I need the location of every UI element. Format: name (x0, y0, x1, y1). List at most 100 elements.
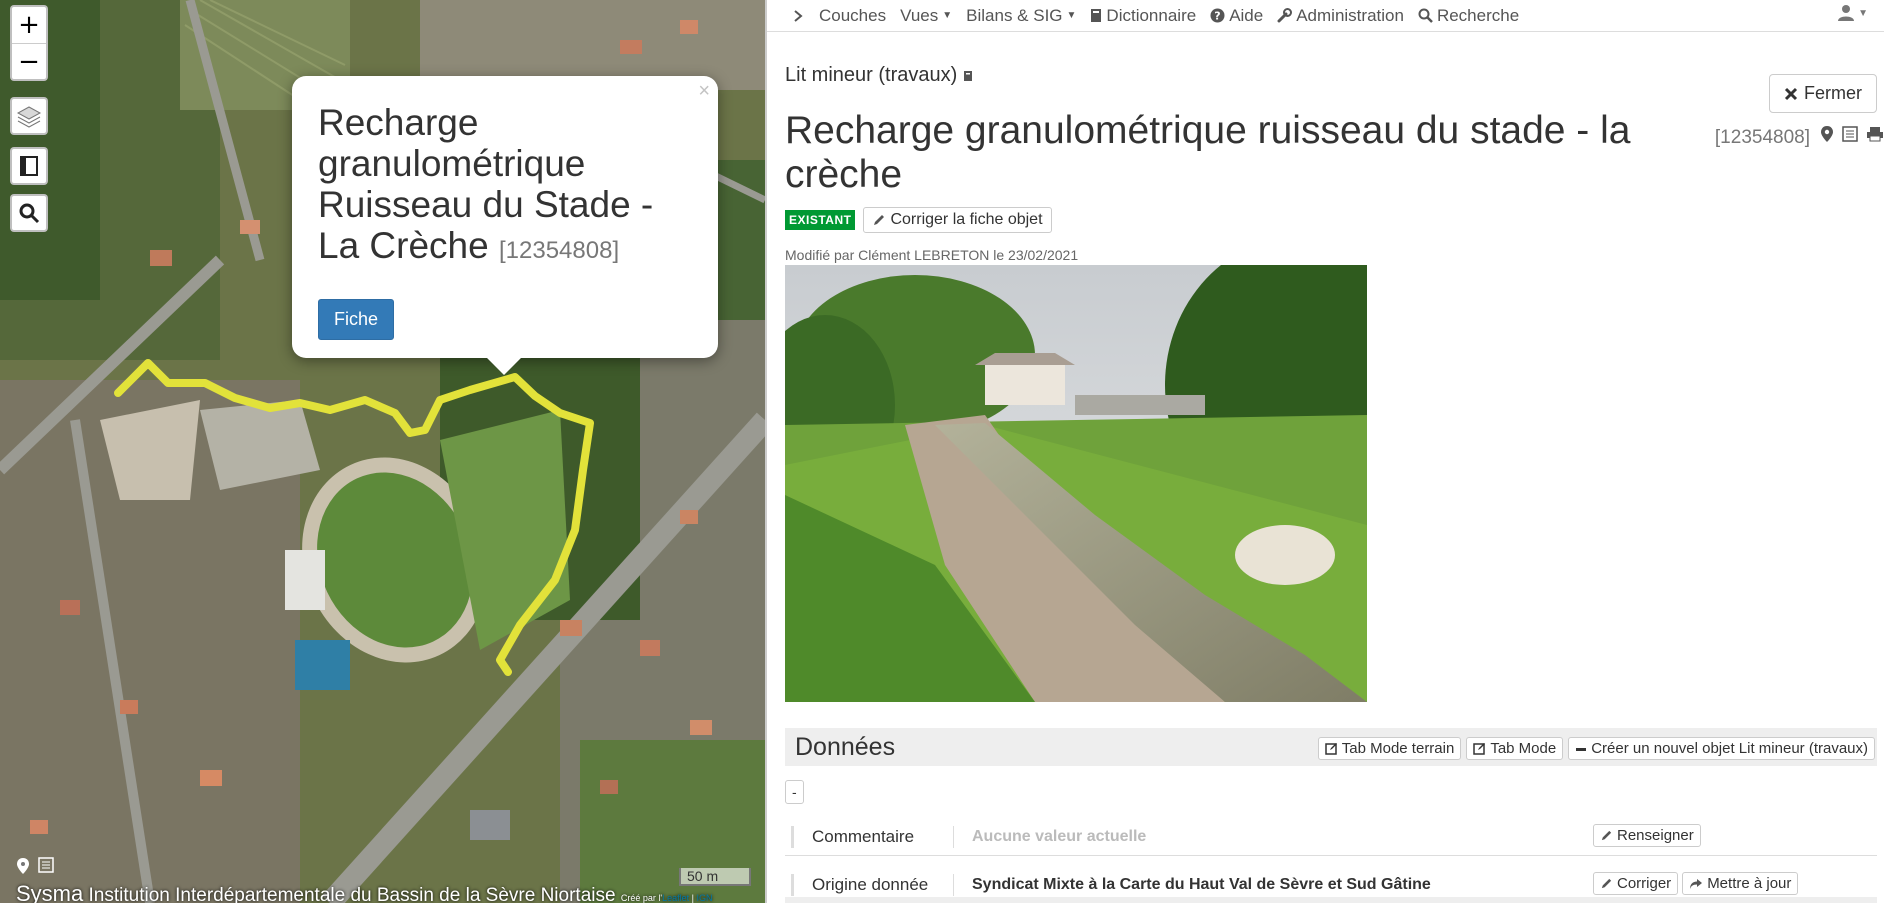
tennis-courts (295, 640, 350, 690)
status-row: EXISTANT Corriger la fiche objet (785, 207, 1884, 233)
caret-down-icon: ▼ (1858, 7, 1868, 19)
create-object-button[interactable]: Créer un nouvel objet Lit mineur (travau… (1568, 737, 1875, 760)
layers-button[interactable] (10, 97, 48, 135)
row-value: Syndicat Mixte à la Carte du Haut Val de… (972, 875, 1431, 893)
zoom-out-button[interactable]: − (12, 43, 46, 79)
mettre-a-jour-button[interactable]: Mettre à jour (1682, 872, 1799, 895)
search-icon (1418, 8, 1433, 23)
map-marker-icon[interactable] (16, 857, 30, 875)
edit-square-icon (1325, 743, 1337, 755)
pencil-icon (1601, 878, 1612, 889)
zoom-in-button[interactable]: + (12, 7, 46, 43)
row-actions: Corriger Mettre à jour (1593, 872, 1799, 895)
user-menu[interactable]: ▼ (1837, 4, 1868, 22)
tab-mode-terrain-button[interactable]: Tab Mode terrain (1317, 737, 1462, 760)
object-type-heading: Lit mineur (travaux) (785, 64, 1884, 87)
ign-link[interactable]: IGN (696, 893, 712, 903)
question-circle-icon: ? (1210, 8, 1225, 23)
data-row-commentaire: Commentaire Aucune valeur actuelle Rense… (785, 818, 1877, 856)
legend-book-icon (20, 156, 38, 176)
page-title-text: Recharge granulométrique ruisseau du sta… (785, 109, 1631, 196)
collapse-toggle-button[interactable]: - (785, 780, 804, 804)
list-icon[interactable] (1842, 126, 1858, 142)
leaflet-link[interactable]: Leaflet (662, 893, 689, 903)
tab-mode-terrain-label: Tab Mode terrain (1341, 740, 1455, 757)
renseigner-label: Renseigner (1617, 827, 1694, 844)
object-type-label: Lit mineur (travaux) (785, 64, 958, 86)
legend-button[interactable] (10, 147, 48, 185)
close-button[interactable]: Fermer (1769, 74, 1877, 113)
map-marker-icon[interactable] (1820, 125, 1834, 143)
top-navbar: Couches Vues ▼ Bilans & SIG ▼ Dictionnai… (767, 0, 1884, 32)
close-label: Fermer (1804, 83, 1862, 103)
svg-text:?: ? (1214, 10, 1220, 23)
nav-bilans-label: Bilans & SIG (966, 5, 1063, 25)
detail-panel: Couches Vues ▼ Bilans & SIG ▼ Dictionnai… (765, 0, 1884, 903)
book-icon[interactable] (963, 70, 973, 82)
nav-vues-label: Vues (900, 5, 939, 25)
nav-recherche-label: Recherche (1436, 5, 1520, 25)
close-icon (1784, 87, 1798, 100)
section-title: Données (795, 732, 896, 761)
nav-couches-label: Couches (819, 5, 887, 25)
caret-down-icon: ▼ (942, 10, 953, 21)
caret-down-icon: ▼ (1066, 10, 1077, 21)
nav-aide[interactable]: ? Aide (1210, 6, 1263, 26)
bottom-section-strip (785, 897, 1877, 903)
popup-object-id: [12354808] (499, 237, 620, 264)
create-object-label: Créer un nouvel objet Lit mineur (travau… (1591, 740, 1868, 757)
layers-icon (16, 106, 42, 128)
nav-vues[interactable]: Vues ▼ (900, 6, 952, 26)
correct-object-label: Corriger la fiche objet (890, 211, 1043, 228)
map-search-button[interactable] (10, 194, 48, 232)
wrench-icon (1277, 8, 1293, 23)
zoom-control: + − (10, 5, 48, 81)
correct-object-button[interactable]: Corriger la fiche objet (863, 207, 1052, 233)
row-label: Origine donnée (794, 873, 954, 896)
share-arrow-icon (1690, 878, 1703, 889)
fiche-button[interactable]: Fiche (318, 299, 395, 340)
building (285, 550, 325, 610)
nav-administration[interactable]: Administration (1277, 6, 1404, 26)
map-popup: × Recharge granulométrique Ruisseau du S… (292, 76, 718, 358)
nav-bilans[interactable]: Bilans & SIG ▼ (966, 6, 1076, 26)
footer-org: Institution Interdépartementale du Bassi… (88, 885, 616, 903)
popup-title: Recharge granulométrique Ruisseau du Sta… (318, 102, 692, 271)
nav-couches[interactable]: Couches (793, 6, 886, 26)
section-header-donnees: Données Tab Mode terrain Tab Mode Créer … (785, 728, 1877, 766)
object-photo[interactable] (785, 265, 1367, 702)
search-icon (19, 203, 40, 224)
nav-recherche[interactable]: Recherche (1418, 6, 1519, 26)
footer-attribution: Créé par l'Leaflet | IGN (621, 893, 713, 903)
page-title-id: [12354808] (1714, 127, 1810, 148)
edit-square-icon (1473, 743, 1486, 755)
pencil-icon (874, 215, 885, 225)
nav-dictionnaire[interactable]: Dictionnaire (1090, 6, 1196, 26)
print-icon[interactable] (1866, 126, 1884, 142)
list-icon[interactable] (38, 857, 54, 873)
renseigner-button[interactable]: Renseigner (1593, 824, 1701, 847)
popup-close-button[interactable]: × (698, 80, 710, 103)
tab-mode-label: Tab Mode (1490, 740, 1557, 757)
status-badge: EXISTANT (785, 210, 856, 230)
map-corner-icons (16, 857, 54, 875)
pencil-icon (1601, 830, 1612, 841)
tab-mode-button[interactable]: Tab Mode (1466, 737, 1564, 760)
mettre-a-jour-label: Mettre à jour (1707, 875, 1792, 892)
book-icon (1091, 9, 1102, 22)
attr-prefix: Créé par l' (620, 893, 663, 903)
modified-info: Modifié par Clément LEBRETON le 23/02/20… (785, 247, 1079, 263)
corriger-label: Corriger (1617, 875, 1672, 892)
map-pane[interactable]: + − × Recharge granulométrique Ruisseau … (0, 0, 765, 903)
section-tools: Tab Mode terrain Tab Mode Créer un nouve… (1317, 737, 1875, 760)
minus-icon (1576, 747, 1587, 751)
map-footer: Sysma Institution Interdépartementale du… (0, 881, 765, 903)
row-actions: Renseigner (1593, 824, 1701, 847)
row-value: Aucune valeur actuelle (972, 827, 1147, 845)
panel-content: Fermer Lit mineur (travaux) Recharge gra… (767, 64, 1884, 903)
chevron-right-icon (794, 9, 803, 22)
nav-aide-label: Aide (1229, 5, 1264, 25)
corriger-button[interactable]: Corriger (1593, 872, 1679, 895)
nav-administration-label: Administration (1296, 5, 1404, 25)
user-icon (1838, 5, 1855, 21)
